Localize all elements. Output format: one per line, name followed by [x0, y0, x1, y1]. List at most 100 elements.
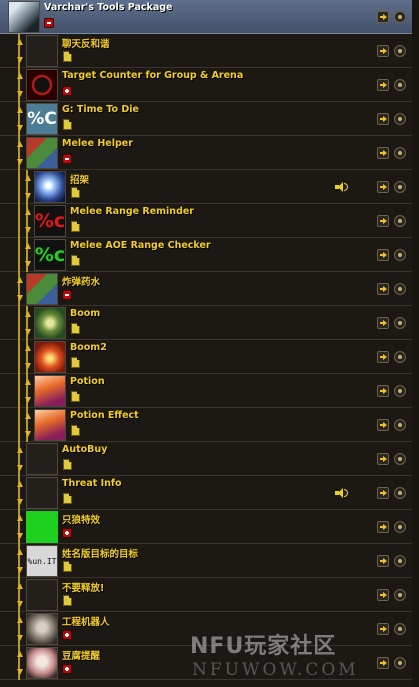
- edit-arrow-icon[interactable]: [377, 487, 389, 499]
- load-status-icon[interactable]: [63, 493, 72, 504]
- load-status-icon[interactable]: [63, 595, 72, 606]
- move-up-icon[interactable]: [17, 447, 23, 453]
- options-icon[interactable]: [394, 623, 406, 635]
- aura-row[interactable]: 招架: [0, 170, 419, 204]
- aura-row[interactable]: Varchar's Tools Package: [0, 0, 419, 34]
- options-icon[interactable]: [394, 113, 406, 125]
- edit-arrow-icon[interactable]: [377, 249, 389, 261]
- options-icon[interactable]: [394, 79, 406, 91]
- move-down-icon[interactable]: [17, 465, 23, 471]
- move-down-icon[interactable]: [17, 57, 23, 63]
- options-icon[interactable]: [394, 419, 406, 431]
- unit-text-icon[interactable]: %un.IT: [26, 545, 58, 577]
- empty-slot[interactable]: [26, 579, 58, 611]
- options-icon[interactable]: [394, 453, 406, 465]
- move-up-icon[interactable]: [25, 243, 31, 249]
- aura-row[interactable]: Threat Info: [0, 476, 419, 510]
- options-icon[interactable]: [394, 249, 406, 261]
- expand-icon[interactable]: [62, 528, 72, 538]
- move-up-icon[interactable]: [17, 651, 23, 657]
- options-icon[interactable]: [394, 45, 406, 57]
- aura-row[interactable]: Boom2: [0, 340, 419, 374]
- empty-slot[interactable]: [26, 477, 58, 509]
- move-down-icon[interactable]: [25, 397, 31, 403]
- aura-row[interactable]: 只狼特效: [0, 510, 419, 544]
- load-status-icon[interactable]: [71, 187, 80, 198]
- move-up-icon[interactable]: [17, 617, 23, 623]
- move-up-icon[interactable]: [25, 311, 31, 317]
- edit-arrow-icon[interactable]: [377, 351, 389, 363]
- options-icon[interactable]: [394, 385, 406, 397]
- aura-row[interactable]: Target Counter for Group & Arena: [0, 68, 419, 102]
- load-status-icon[interactable]: [71, 323, 80, 334]
- load-status-icon[interactable]: [63, 459, 72, 470]
- load-status-icon[interactable]: [63, 119, 72, 130]
- reorder-arrows[interactable]: [17, 38, 24, 64]
- move-up-icon[interactable]: [25, 175, 31, 181]
- edit-arrow-icon[interactable]: [377, 181, 389, 193]
- edit-arrow-icon[interactable]: [377, 419, 389, 431]
- star-burst-icon[interactable]: [34, 171, 66, 203]
- reorder-arrows[interactable]: [25, 378, 32, 404]
- reorder-arrows[interactable]: [25, 208, 32, 234]
- edit-arrow-icon[interactable]: [377, 657, 389, 669]
- move-down-icon[interactable]: [25, 193, 31, 199]
- aura-row[interactable]: %c Melee AOE Range Checker: [0, 238, 419, 272]
- expand-icon[interactable]: [62, 664, 72, 674]
- move-up-icon[interactable]: [25, 345, 31, 351]
- edit-arrow-icon[interactable]: [377, 147, 389, 159]
- aura-row[interactable]: %C G: Time To Die: [0, 102, 419, 136]
- reorder-arrows[interactable]: [17, 480, 24, 506]
- move-down-icon[interactable]: [17, 669, 23, 675]
- reorder-arrows[interactable]: [25, 412, 32, 438]
- boom-icon[interactable]: [34, 307, 66, 339]
- reorder-arrows[interactable]: [17, 106, 24, 132]
- load-status-icon[interactable]: [71, 357, 80, 368]
- move-up-icon[interactable]: [17, 107, 23, 113]
- move-up-icon[interactable]: [17, 549, 23, 555]
- move-up-icon[interactable]: [17, 515, 23, 521]
- empty-slot[interactable]: [26, 443, 58, 475]
- bomb-potion-icon[interactable]: [26, 273, 58, 305]
- edit-arrow-icon[interactable]: [377, 385, 389, 397]
- options-icon[interactable]: [394, 215, 406, 227]
- load-status-icon[interactable]: [63, 51, 72, 62]
- load-status-icon[interactable]: [71, 425, 80, 436]
- move-down-icon[interactable]: [25, 227, 31, 233]
- edit-arrow-icon[interactable]: [377, 113, 389, 125]
- load-status-icon[interactable]: [71, 391, 80, 402]
- options-icon[interactable]: [394, 487, 406, 499]
- reorder-arrows[interactable]: [25, 310, 32, 336]
- reorder-arrows[interactable]: [17, 650, 24, 676]
- move-down-icon[interactable]: [17, 159, 23, 165]
- collapse-icon[interactable]: [44, 18, 54, 28]
- move-down-icon[interactable]: [25, 261, 31, 267]
- percent-green-icon[interactable]: %c: [34, 239, 66, 271]
- reorder-arrows[interactable]: [17, 72, 24, 98]
- aura-row[interactable]: 炸弹药水: [0, 272, 419, 306]
- move-down-icon[interactable]: [17, 295, 23, 301]
- edit-arrow-icon[interactable]: [377, 521, 389, 533]
- green-square-icon[interactable]: [26, 511, 58, 543]
- reorder-arrows[interactable]: [17, 616, 24, 642]
- move-down-icon[interactable]: [17, 499, 23, 505]
- explosion-icon[interactable]: [34, 341, 66, 373]
- edit-arrow-icon[interactable]: [377, 317, 389, 329]
- options-icon[interactable]: [394, 147, 406, 159]
- edit-arrow-icon[interactable]: [377, 589, 389, 601]
- robot-icon[interactable]: [26, 613, 58, 645]
- move-up-icon[interactable]: [17, 583, 23, 589]
- move-up-icon[interactable]: [17, 277, 23, 283]
- melee-icon[interactable]: [26, 137, 58, 169]
- reorder-arrows[interactable]: [17, 548, 24, 574]
- move-down-icon[interactable]: [17, 533, 23, 539]
- reorder-arrows[interactable]: [25, 344, 32, 370]
- move-up-icon[interactable]: [17, 481, 23, 487]
- options-icon[interactable]: [394, 283, 406, 295]
- move-down-icon[interactable]: [17, 91, 23, 97]
- options-icon[interactable]: [394, 317, 406, 329]
- options-icon[interactable]: [394, 181, 406, 193]
- aura-row[interactable]: 聊天反和谐: [0, 34, 419, 68]
- gun-icon[interactable]: [8, 1, 40, 33]
- percent-red-icon[interactable]: %c: [34, 205, 66, 237]
